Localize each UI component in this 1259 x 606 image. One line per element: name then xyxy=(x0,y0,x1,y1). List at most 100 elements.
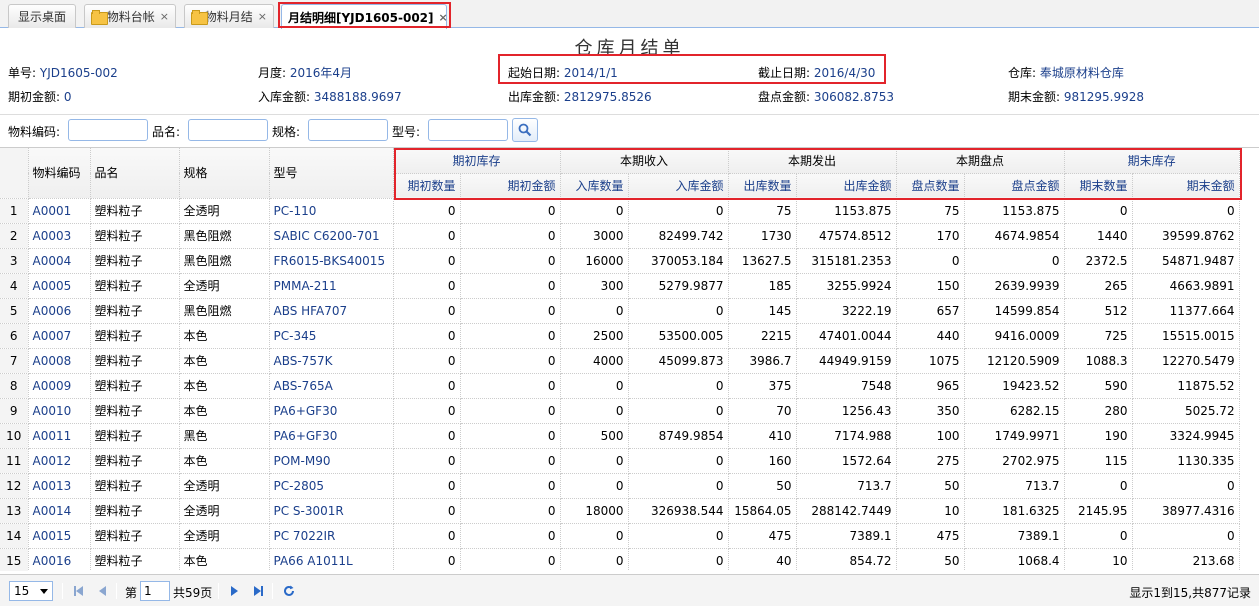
table-row[interactable]: 3 A0004 塑料粒子 黑色阻燃 FR6015-BKS40015 0 0 16000 3700… xyxy=(0,248,1240,274)
cell-number: 0 xyxy=(560,298,629,324)
cell-number: 170 xyxy=(896,223,965,249)
cell-number: 300 xyxy=(560,273,629,299)
in-amount: 入库金额: 3488188.9697 xyxy=(258,88,402,105)
cell-number: 7174.988 xyxy=(796,423,897,449)
cell-number: 2500 xyxy=(560,323,629,349)
cell-number: 45099.873 xyxy=(628,348,729,374)
cell-spec: 全透明 xyxy=(179,273,270,299)
cell-number: 1440 xyxy=(1064,223,1133,249)
tab-material-monthly[interactable]: 物料月结 × xyxy=(184,4,274,28)
first-page-button[interactable] xyxy=(70,583,86,599)
cell-spec: 全透明 xyxy=(179,198,270,224)
cell-number: 5025.72 xyxy=(1132,398,1240,424)
tab-label: 显示桌面 xyxy=(17,10,66,24)
col-header-code[interactable]: 物料编码 xyxy=(28,148,91,199)
col-header-model[interactable]: 型号 xyxy=(269,148,394,199)
search-button[interactable] xyxy=(512,118,538,142)
col-header-open-qty[interactable]: 期初数量 xyxy=(393,173,461,199)
month: 月度: 2016年4月 xyxy=(258,64,352,81)
cell-name: 塑料粒子 xyxy=(90,348,180,374)
tab-material-ledger[interactable]: 物料台帐 × xyxy=(84,4,176,28)
code-input[interactable] xyxy=(68,119,148,141)
group-header-income: 本期收入 xyxy=(560,148,729,174)
cell-number: 0 xyxy=(628,298,729,324)
cell-number: 190 xyxy=(1064,423,1133,449)
cell-code: A0016 xyxy=(28,548,91,571)
spec-input[interactable] xyxy=(308,119,388,141)
model-input[interactable] xyxy=(428,119,508,141)
cell-number: 0 xyxy=(1064,198,1133,224)
tab-desktop[interactable]: 显示桌面 xyxy=(8,4,76,28)
cell-code: A0007 xyxy=(28,323,91,349)
row-number: 3 xyxy=(0,248,29,274)
col-header-out-amt[interactable]: 出库金额 xyxy=(796,173,897,199)
table-row[interactable]: 12 A0013 塑料粒子 全透明 PC-2805 0 0 0 0 50 713.7 50 713.7 0… xyxy=(0,473,1240,499)
cell-number: 0 xyxy=(896,248,965,274)
folder-icon xyxy=(191,10,208,25)
col-header-spec[interactable]: 规格 xyxy=(179,148,270,199)
table-row[interactable]: 11 A0012 塑料粒子 本色 POM-M90 0 0 0 0 160 1572.64 275 270… xyxy=(0,448,1240,474)
col-header-name[interactable]: 品名 xyxy=(90,148,180,199)
page-title: 仓库月结单 xyxy=(574,38,685,59)
cell-number: 280 xyxy=(1064,398,1133,424)
col-header-out-qty[interactable]: 出库数量 xyxy=(728,173,797,199)
cell-name: 塑料粒子 xyxy=(90,473,180,499)
prev-page-button[interactable] xyxy=(94,583,110,599)
table-row[interactable]: 6 A0007 塑料粒子 本色 PC-345 0 0 2500 53500.005 2215 474… xyxy=(0,323,1240,349)
cell-number: 82499.742 xyxy=(628,223,729,249)
row-number: 11 xyxy=(0,448,29,474)
page-number-input[interactable]: 1 xyxy=(140,581,170,601)
refresh-button[interactable] xyxy=(281,583,297,599)
table-row[interactable]: 5 A0006 塑料粒子 黑色阻燃 ABS HFA707 0 0 0 0 145 3222.19 65… xyxy=(0,298,1240,324)
cell-number: 0 xyxy=(1064,473,1133,499)
table-row[interactable]: 15 A0016 塑料粒子 本色 PA66 A1011L 0 0 0 0 40 854.72 50 10… xyxy=(0,548,1240,571)
cell-number: 0 xyxy=(393,448,461,474)
cell-number: 14599.854 xyxy=(964,298,1065,324)
col-header-check-amt[interactable]: 盘点金额 xyxy=(964,173,1065,199)
cell-number: 3986.7 xyxy=(728,348,797,374)
cell-number: 0 xyxy=(460,198,561,224)
cell-model: PC-2805 xyxy=(269,473,394,499)
table-row[interactable]: 1 A0001 塑料粒子 全透明 PC-110 0 0 0 0 75 1153.875 75 1153.… xyxy=(0,198,1240,224)
tab-monthly-detail[interactable]: 月结明细[YJD1605-002] × xyxy=(281,4,448,29)
col-header-check-qty[interactable]: 盘点数量 xyxy=(896,173,965,199)
cell-number: 44949.9159 xyxy=(796,348,897,374)
close-icon[interactable]: × xyxy=(258,10,267,23)
cell-number: 854.72 xyxy=(796,548,897,571)
name-input[interactable] xyxy=(188,119,268,141)
next-page-button[interactable] xyxy=(226,583,242,599)
table-row[interactable]: 7 A0008 塑料粒子 本色 ABS-757K 0 0 4000 45099.873 3986.… xyxy=(0,348,1240,374)
page-size-select[interactable]: 15 xyxy=(9,581,53,601)
col-header-open-amt[interactable]: 期初金额 xyxy=(460,173,561,199)
out-amount-value: 2812975.8526 xyxy=(563,90,652,104)
table-row[interactable]: 9 A0010 塑料粒子 本色 PA6+GF30 0 0 0 0 70 1256.43 350 6282… xyxy=(0,398,1240,424)
cell-spec: 黑色阻燃 xyxy=(179,298,270,324)
table-row[interactable]: 2 A0003 塑料粒子 黑色阻燃 SABIC C6200-701 0 0 3000 82499… xyxy=(0,223,1240,249)
close-icon[interactable]: × xyxy=(439,11,448,24)
col-header-end-qty[interactable]: 期末数量 xyxy=(1064,173,1133,199)
cell-code: A0005 xyxy=(28,273,91,299)
pagination-bar: 15 第 1 共59页 显示1到15,共877记录 xyxy=(0,574,1259,606)
cell-number: 965 xyxy=(896,373,965,399)
cell-number: 185 xyxy=(728,273,797,299)
table-row[interactable]: 10 A0011 塑料粒子 黑色 PA6+GF30 0 0 500 8749.9854 410 71… xyxy=(0,423,1240,449)
cell-number: 115 xyxy=(1064,448,1133,474)
cell-number: 0 xyxy=(964,248,1065,274)
cell-number: 40 xyxy=(728,548,797,571)
row-number: 1 xyxy=(0,198,29,224)
tab-bar: 显示桌面 物料台帐 × 物料月结 × 月结明细[YJD1605-002] × xyxy=(0,0,1259,29)
table-row[interactable]: 4 A0005 塑料粒子 全透明 PMMA-211 0 0 300 5279.9877 185 32… xyxy=(0,273,1240,299)
cell-model: SABIC C6200-701 xyxy=(269,223,394,249)
close-icon[interactable]: × xyxy=(160,10,169,23)
col-header-end-amt[interactable]: 期末金额 xyxy=(1132,173,1240,199)
table-row[interactable]: 8 A0009 塑料粒子 本色 ABS-765A 0 0 0 0 375 7548 965 19423.… xyxy=(0,373,1240,399)
last-page-button[interactable] xyxy=(250,583,266,599)
table-row[interactable]: 14 A0015 塑料粒子 全透明 PC 7022IR 0 0 0 0 475 7389.1 475 7… xyxy=(0,523,1240,549)
table-row[interactable]: 13 A0014 塑料粒子 全透明 PC S-3001R 0 0 18000 326938.54… xyxy=(0,498,1240,524)
end-date-label: 截止日期: xyxy=(758,66,811,80)
row-number-header xyxy=(0,148,29,199)
col-header-in-amt[interactable]: 入库金额 xyxy=(628,173,729,199)
cell-number: 15515.0015 xyxy=(1132,323,1240,349)
col-header-in-qty[interactable]: 入库数量 xyxy=(560,173,629,199)
cell-number: 0 xyxy=(628,473,729,499)
